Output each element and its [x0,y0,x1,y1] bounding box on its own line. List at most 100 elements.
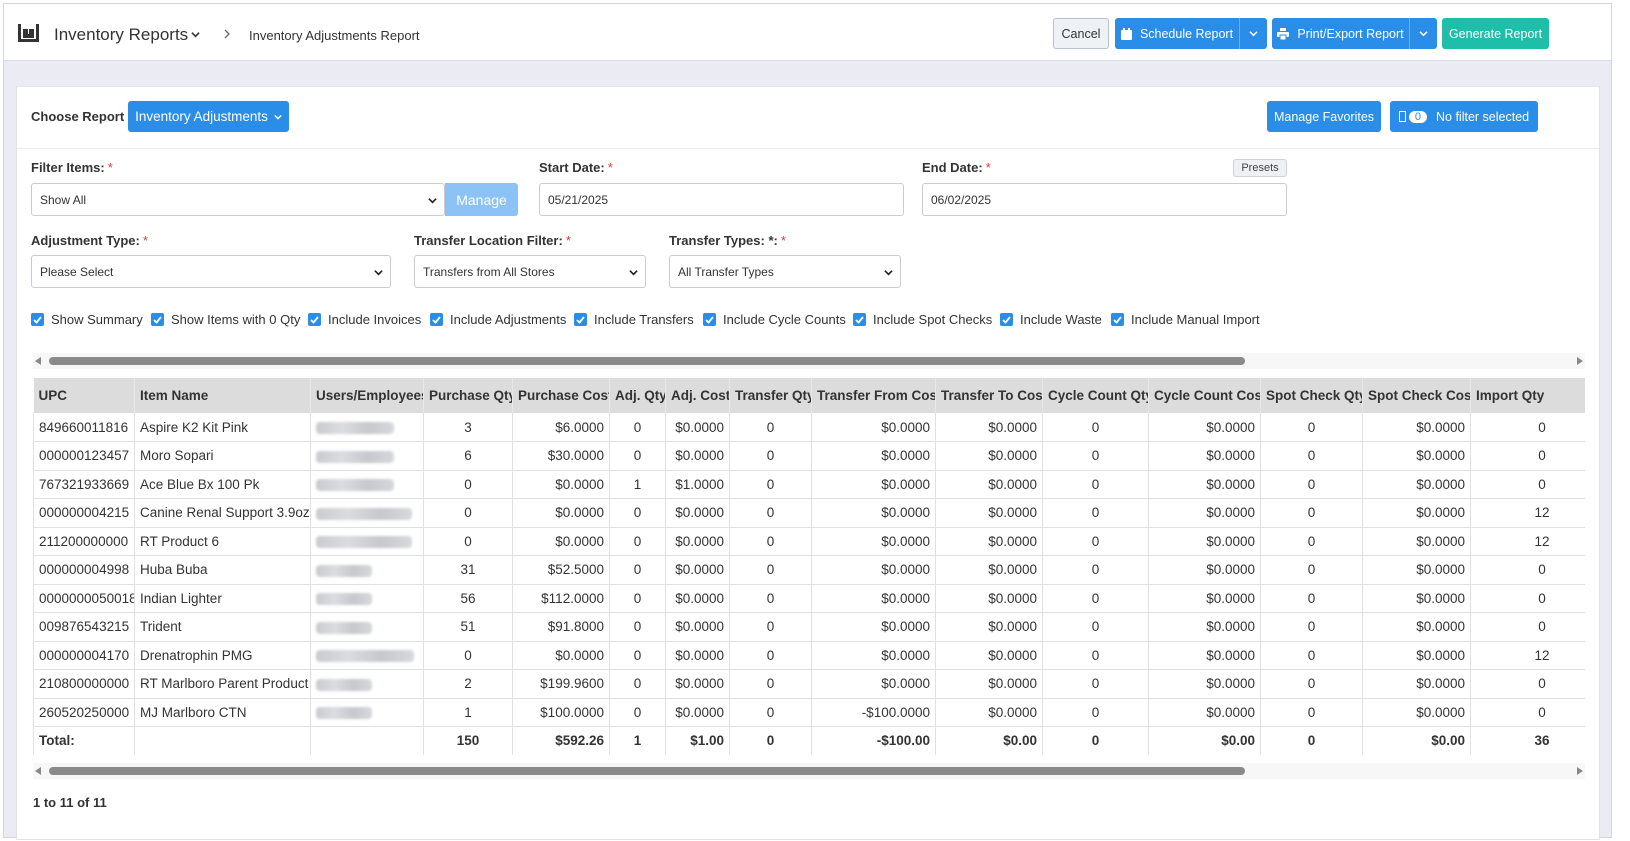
adjustment-type-select[interactable]: Please Select [31,255,391,288]
table-row[interactable]: 0000000050018 Indian Lighter 56 $112.0000 0 $… [33,584,1585,613]
col-header-transfer-from-cost[interactable]: Transfer From Cost [811,378,936,413]
table-cell: $0.0000 [811,584,936,613]
col-header-purchase-cost[interactable]: Purchase Cost [512,378,610,413]
checkbox-checked-icon [308,313,321,326]
table-row[interactable]: 009876543215 Trident 51 $91.8000 0 $0.0000 0 $0… [33,612,1585,642]
include-spot-checks-checkbox[interactable]: Include Spot Checks [853,312,992,327]
schedule-dropdown-toggle[interactable] [1239,18,1267,49]
print-dropdown-toggle[interactable] [1409,18,1437,49]
include-transfers-checkbox[interactable]: Include Transfers [574,312,694,327]
table-cell: $0.0000 [811,527,936,556]
table-cell: 0 [423,470,513,499]
table-cell: 0 [609,612,666,642]
include-cycle-counts-checkbox[interactable]: Include Cycle Counts [703,312,846,327]
col-header-transfer-to-cost[interactable]: Transfer To Cost [935,378,1043,413]
table-cell: $0.0000 [665,584,730,613]
include-invoices-checkbox[interactable]: Include Invoices [308,312,421,327]
end-date-input[interactable]: 06/02/2025 [922,183,1287,216]
table-cell: 0 [1260,584,1363,613]
filter-summary-button[interactable]: 0 No filter selected [1390,101,1538,132]
generate-report-button[interactable]: Generate Report [1442,18,1549,49]
show-summary-checkbox[interactable]: Show Summary [31,312,143,327]
table-row[interactable]: 260520250000 MJ Marlboro CTN 1 $100.0000 0 $0… [33,698,1585,727]
table-cell: 0 [1260,641,1363,670]
scroll-right-arrow-icon[interactable] [1577,357,1583,365]
chevron-down-icon [1419,31,1428,37]
table-cell: 0 [1260,612,1363,642]
print-export-button[interactable]: Print/Export Report [1272,18,1409,49]
schedule-report-button[interactable]: Schedule Report [1115,18,1239,49]
transfer-types-select[interactable]: All Transfer Types [669,255,901,288]
table-cell: 0 [1042,669,1149,699]
col-header-transfer-qty[interactable]: Transfer Qty [729,378,812,413]
chevron-down-icon [1249,31,1258,37]
module-title[interactable]: Inventory Reports [54,25,188,45]
table-horizontal-scrollbar-top[interactable] [33,353,1585,369]
table-cell: $0.0000 [1148,555,1261,585]
table-row[interactable]: 000000004170 Drenatrophin PMG 0 $0.0000 0 $0.… [33,641,1585,670]
table-row[interactable]: 000000004998 Huba Buba 31 $52.5000 0 $0.0000 0… [33,555,1585,585]
cancel-button[interactable]: Cancel [1053,18,1109,49]
scrollbar-thumb[interactable] [49,767,1245,775]
checkbox-label: Show Summary [51,312,143,327]
table-cell: $0.0000 [1148,441,1261,471]
table-cell: $0.0000 [935,470,1043,499]
col-header-adj-qty[interactable]: Adj. Qty [609,378,666,413]
table-cell: $0.0000 [935,669,1043,699]
table-cell: 0 [729,612,812,642]
col-header-purchase-qty[interactable]: Purchase Qty [423,378,513,413]
table-cell: 12 [1470,641,1585,670]
col-header-spot-check-qty[interactable]: Spot Check Qty [1260,378,1363,413]
start-date-input[interactable]: 05/21/2025 [539,183,904,216]
table-cell: $0.0000 [811,470,936,499]
table-cell: 0 [1470,555,1585,585]
table-row[interactable]: 000000004215 Canine Renal Support 3.9oz 0 $… [33,498,1585,528]
table-row[interactable]: 849660011816 Aspire K2 Kit Pink 3 $6.0000 0 $… [33,413,1585,442]
total-cell: -$100.00 [811,726,936,755]
report-select-button[interactable]: Inventory Adjustments [128,101,289,132]
filter-items-select[interactable]: Show All [31,183,445,216]
table-cell [310,498,424,528]
start-date-value: 05/21/2025 [548,192,609,207]
scroll-left-arrow-icon[interactable] [35,767,41,775]
table-cell: 0 [1042,441,1149,471]
table-row[interactable]: 211200000000 RT Product 6 0 $0.0000 0 $0.0000… [33,527,1585,556]
col-header-cycle-count-cost[interactable]: Cycle Count Cost [1148,378,1261,413]
table-cell [310,527,424,556]
include-waste-checkbox[interactable]: Include Waste [1000,312,1102,327]
transfer-location-select[interactable]: Transfers from All Stores [414,255,646,288]
col-header-cycle-count-qty[interactable]: Cycle Count Qty [1042,378,1149,413]
table-cell: 009876543215 [33,612,135,642]
chevron-down-icon[interactable] [191,30,200,39]
presets-button[interactable]: Presets [1233,159,1287,177]
col-header-import-qty[interactable]: Import Qty [1470,378,1585,413]
checkbox-checked-icon [151,313,164,326]
manage-items-button[interactable]: Manage [445,183,518,216]
table-row[interactable]: 000000123457 Moro Sopari 6 $30.0000 0 $0.0000… [33,441,1585,471]
table-cell: 0 [729,641,812,670]
include-adjustments-checkbox[interactable]: Include Adjustments [430,312,566,327]
scrollbar-thumb[interactable] [49,357,1245,365]
table-cell: 0 [1042,612,1149,642]
table-row[interactable]: 210800000000 RT Marlboro Parent Product 2… [33,669,1585,699]
report-select-label: Inventory Adjustments [135,109,268,124]
manage-favorites-button[interactable]: Manage Favorites [1267,101,1381,132]
table-horizontal-scrollbar-bottom[interactable] [33,763,1585,779]
include-manual-import-checkbox[interactable]: Include Manual Import [1111,312,1260,327]
table-cell: $0.0000 [512,470,610,499]
table-cell: $0.0000 [665,612,730,642]
total-cell: 0 [1042,726,1149,755]
col-header-spot-check-cost[interactable]: Spot Check Cost [1362,378,1471,413]
total-cell: $0.00 [1148,726,1261,755]
col-header-users[interactable]: Users/Employees [310,378,424,413]
redacted-user-name [316,564,372,577]
col-header-upc[interactable]: UPC [33,378,135,413]
show-zero-qty-checkbox[interactable]: Show Items with 0 Qty [151,312,300,327]
table-row[interactable]: 767321933669 Ace Blue Bx 100 Pk 0 $0.0000 1 $… [33,470,1585,499]
scroll-right-arrow-icon[interactable] [1577,767,1583,775]
col-header-adj-cost[interactable]: Adj. Cost [665,378,730,413]
col-header-item-name[interactable]: Item Name [134,378,311,413]
redacted-user-name [316,678,372,691]
scroll-left-arrow-icon[interactable] [35,357,41,365]
table-cell: 000000123457 [33,441,135,471]
